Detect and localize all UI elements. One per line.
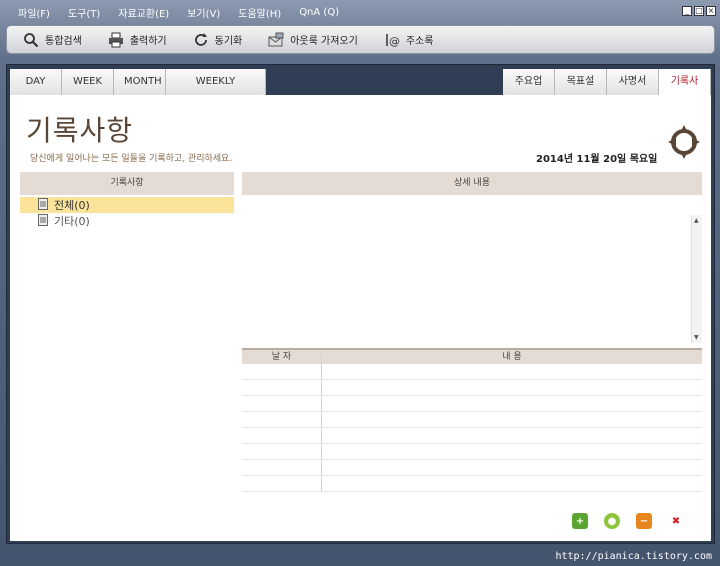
table-row[interactable] (242, 412, 702, 428)
window-controls: _ □ × (682, 6, 716, 16)
toolbar: 통합검색 출력하기 동기화 아웃룩 가져오기 @ 주소록 (6, 25, 715, 54)
delete-button[interactable]: ✖ (668, 513, 684, 529)
outlook-import-button[interactable]: 아웃룩 가져오기 (268, 32, 358, 48)
detail-content-area[interactable]: ▲ ▼ (242, 195, 702, 348)
main-frame: DAY WEEK MONTH WEEKLY COMPASS 주요업무 목표설정 … (6, 64, 715, 544)
tree-item-other[interactable]: 기타(0) (20, 213, 234, 229)
maximize-button[interactable]: □ (694, 6, 704, 16)
column-header-date: 날 자 (242, 350, 322, 364)
tab-day[interactable]: DAY (10, 69, 62, 95)
integrated-search-label: 통합검색 (45, 36, 82, 47)
tab-main-tasks[interactable]: 주요업무 (503, 69, 555, 113)
scroll-down-icon[interactable]: ▼ (694, 334, 699, 341)
search-icon (23, 32, 39, 48)
table-row[interactable] (242, 364, 702, 380)
section-tabs: 주요업무 목표설정 사명서 기록사항 (503, 69, 711, 113)
detail-scrollbar[interactable]: ▲ ▼ (691, 215, 702, 343)
tab-week[interactable]: WEEK (62, 69, 114, 95)
table-row[interactable] (242, 460, 702, 476)
tab-mission[interactable]: 사명서 (607, 69, 659, 95)
tab-goal-setting[interactable]: 목표설정 (555, 69, 607, 113)
table-row[interactable] (242, 428, 702, 444)
print-label: 출력하기 (129, 36, 167, 47)
view-tabs: DAY WEEK MONTH WEEKLY COMPASS (10, 69, 266, 113)
integrated-search-button[interactable]: 통합검색 (23, 32, 82, 48)
page-title: 기록사항 (26, 114, 134, 147)
sync-button[interactable]: 동기화 (193, 32, 243, 48)
table-row[interactable] (242, 476, 702, 492)
edit-button[interactable]: ● (604, 513, 620, 529)
record-actions: + ● − ✖ (572, 513, 684, 529)
tab-weekly-compass[interactable]: WEEKLY COMPASS (166, 69, 266, 113)
tree-item-all[interactable]: 전체(0) (20, 197, 234, 213)
minimize-button[interactable]: _ (682, 6, 692, 16)
sync-icon (193, 32, 209, 48)
table-row[interactable] (242, 396, 702, 412)
table-row[interactable] (242, 444, 702, 460)
outlook-import-icon (268, 32, 284, 48)
detail-panel: 상세 내용 (242, 172, 702, 195)
compass-icon[interactable] (668, 125, 700, 159)
print-button[interactable]: 출력하기 (108, 32, 167, 48)
svg-text:@: @ (389, 35, 400, 48)
address-book-icon: @ (384, 32, 400, 48)
table-header: 날 자 내 용 (242, 348, 702, 364)
app-window: 파일(F) 도구(T) 자료교환(E) 보기(V) 도움말(H) QnA (Q)… (0, 0, 720, 566)
scroll-up-icon[interactable]: ▲ (694, 217, 699, 224)
menubar: 파일(F) 도구(T) 자료교환(E) 보기(V) 도움말(H) QnA (Q)… (0, 0, 720, 24)
column-header-content: 내 용 (502, 352, 522, 362)
table-row[interactable] (242, 380, 702, 396)
address-book-button[interactable]: @ 주소록 (384, 32, 434, 48)
menu-data-exchange[interactable]: 자료교환(E) (118, 5, 169, 20)
records-tree-panel: 기록사항 전체(0) 기타(0) (20, 172, 234, 229)
tree-item-label: 기타(0) (54, 215, 90, 228)
remove-button[interactable]: − (636, 513, 652, 529)
tab-records[interactable]: 기록사항 (659, 69, 711, 113)
tree-item-label: 전체(0) (54, 197, 90, 213)
document-icon (38, 197, 48, 213)
content-area: 기록사항 당신에게 일어나는 모든 일들을 기록하고, 관리하세요. 2014년… (10, 95, 711, 541)
menu-tools[interactable]: 도구(T) (68, 5, 100, 20)
circle-icon: ● (607, 515, 617, 527)
printer-icon (108, 32, 124, 48)
menu-help[interactable]: 도움말(H) (238, 5, 281, 20)
add-button[interactable]: + (572, 513, 588, 529)
records-tree-header: 기록사항 (20, 172, 234, 195)
x-icon: ✖ (671, 515, 681, 527)
sync-label: 동기화 (214, 36, 243, 47)
plus-icon: + (575, 515, 585, 527)
tab-month[interactable]: MONTH (114, 69, 166, 95)
close-button[interactable]: × (706, 6, 716, 16)
page-subtitle: 당신에게 일어나는 모든 일들을 기록하고, 관리하세요. (30, 154, 233, 164)
current-date: 2014년 11월 20일 목요일 (536, 154, 658, 165)
watermark: http://pianica.tistory.com (555, 551, 712, 562)
detail-header: 상세 내용 (242, 172, 702, 195)
address-book-label: 주소록 (405, 36, 434, 47)
document-icon (38, 213, 48, 229)
menu-view[interactable]: 보기(V) (187, 5, 220, 20)
records-table: 날 자 내 용 (242, 348, 702, 492)
menu-file[interactable]: 파일(F) (18, 5, 50, 20)
menu-qna[interactable]: QnA (Q) (299, 7, 339, 18)
outlook-import-label: 아웃룩 가져오기 (290, 36, 358, 47)
minus-icon: − (639, 515, 649, 527)
